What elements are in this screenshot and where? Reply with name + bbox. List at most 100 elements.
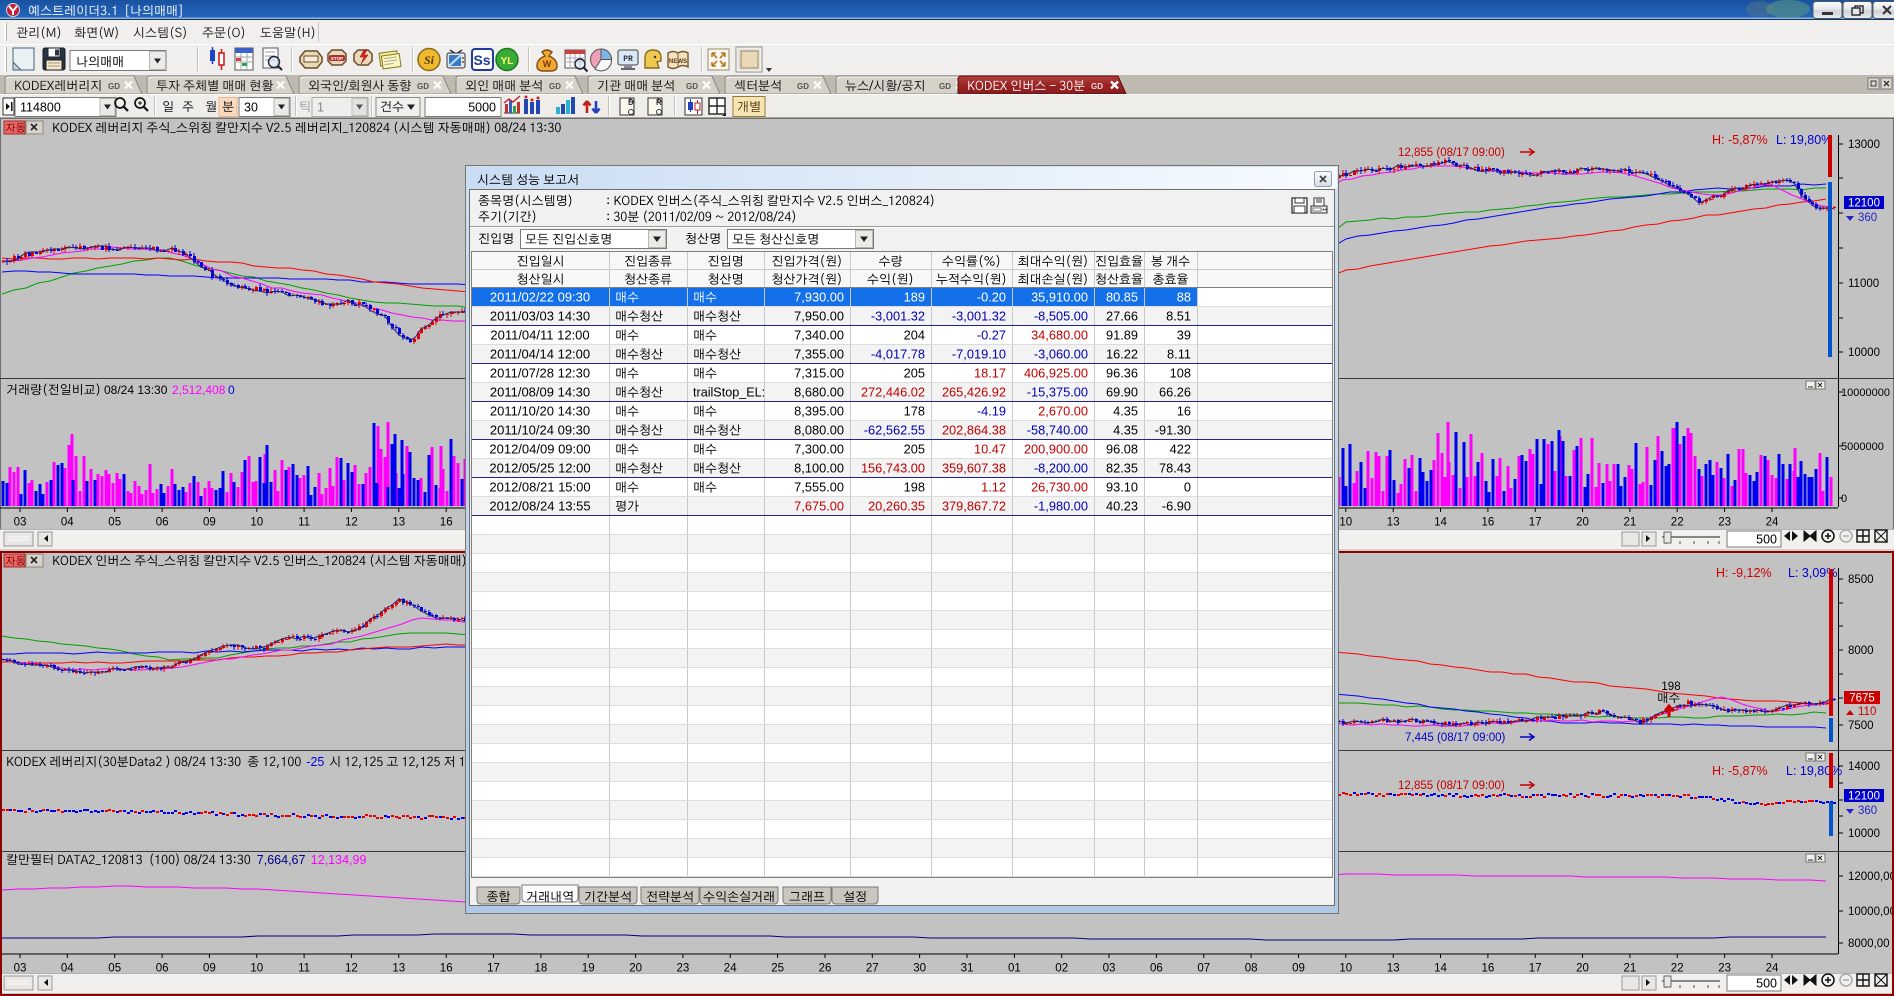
svg-text:69.90: 69.90 bbox=[1106, 385, 1138, 400]
svg-text:22: 22 bbox=[1671, 963, 1684, 975]
svg-text:03: 03 bbox=[1103, 963, 1116, 975]
svg-text:24: 24 bbox=[724, 963, 737, 975]
svg-text:66.26: 66.26 bbox=[1159, 385, 1191, 400]
svg-text:202,864.38: 202,864.38 bbox=[942, 423, 1006, 438]
svg-text:STOP: STOP bbox=[331, 56, 343, 61]
svg-text:96.36: 96.36 bbox=[1106, 366, 1138, 381]
svg-text:16: 16 bbox=[1482, 517, 1495, 529]
svg-text:2011/08/09 14:30: 2011/08/09 14:30 bbox=[490, 385, 590, 400]
svg-text:7,300.00: 7,300.00 bbox=[794, 442, 844, 457]
svg-text:-4,017.78: -4,017.78 bbox=[871, 347, 925, 362]
svg-text:17: 17 bbox=[1529, 963, 1542, 975]
svg-text:8,395.00: 8,395.00 bbox=[794, 404, 844, 419]
svg-text:16: 16 bbox=[1177, 404, 1191, 419]
svg-text:2011/10/20 14:30: 2011/10/20 14:30 bbox=[490, 404, 590, 419]
svg-text:-8,200.00: -8,200.00 bbox=[1034, 461, 1088, 476]
svg-text:R: R bbox=[656, 98, 662, 107]
svg-text:0: 0 bbox=[1184, 480, 1191, 495]
svg-text:91.89: 91.89 bbox=[1106, 328, 1138, 343]
svg-text:-8,505.00: -8,505.00 bbox=[1034, 309, 1088, 324]
svg-text:205: 205 bbox=[904, 442, 925, 457]
svg-text:26,730.00: 26,730.00 bbox=[1031, 480, 1088, 495]
svg-text:8,680.00: 8,680.00 bbox=[794, 385, 844, 400]
svg-text:13: 13 bbox=[1387, 517, 1400, 529]
svg-text:8000,00: 8000,00 bbox=[1848, 938, 1890, 950]
svg-text:12,134,99: 12,134,99 bbox=[311, 853, 367, 867]
svg-text:-3,001.32: -3,001.32 bbox=[952, 309, 1006, 324]
svg-text:27: 27 bbox=[866, 963, 879, 975]
svg-text:GD: GD bbox=[417, 82, 429, 91]
svg-text:27.66: 27.66 bbox=[1106, 309, 1138, 324]
svg-text:GD: GD bbox=[939, 82, 951, 91]
svg-text:31: 31 bbox=[961, 963, 974, 975]
svg-text:10000,00: 10000,00 bbox=[1848, 906, 1894, 918]
svg-text:NEWS: NEWS bbox=[669, 59, 687, 65]
svg-text:8000: 8000 bbox=[1848, 645, 1874, 657]
svg-text:13000: 13000 bbox=[1848, 139, 1880, 151]
svg-text:198: 198 bbox=[1661, 681, 1680, 693]
svg-text:7,555.00: 7,555.00 bbox=[794, 480, 844, 495]
svg-text:13: 13 bbox=[392, 963, 405, 975]
svg-text:96.08: 96.08 bbox=[1106, 442, 1138, 457]
svg-text:23: 23 bbox=[1718, 963, 1731, 975]
svg-text:7,930.00: 7,930.00 bbox=[794, 290, 844, 305]
svg-text:7,355.00: 7,355.00 bbox=[794, 347, 844, 362]
svg-text:05: 05 bbox=[108, 963, 121, 975]
svg-text:500: 500 bbox=[1756, 533, 1777, 547]
svg-text:PR: PR bbox=[623, 55, 633, 64]
svg-text:11: 11 bbox=[298, 963, 310, 975]
svg-text:02: 02 bbox=[1055, 963, 1068, 975]
svg-text:-62,562.55: -62,562.55 bbox=[864, 423, 925, 438]
svg-text:4.35: 4.35 bbox=[1113, 404, 1138, 419]
svg-text:10: 10 bbox=[250, 517, 263, 529]
svg-text:39: 39 bbox=[1177, 328, 1191, 343]
svg-text:8500: 8500 bbox=[1848, 574, 1874, 586]
svg-text:24: 24 bbox=[1766, 963, 1779, 975]
svg-text:-7,019.10: -7,019.10 bbox=[952, 347, 1006, 362]
svg-text:trailStop_EL:: trailStop_EL: bbox=[693, 386, 765, 400]
svg-text:2011/02/22 09:30: 2011/02/22 09:30 bbox=[490, 290, 590, 305]
svg-text:2011/07/28 12:30: 2011/07/28 12:30 bbox=[490, 366, 590, 381]
svg-text:10: 10 bbox=[250, 963, 263, 975]
svg-text:406,925.00: 406,925.00 bbox=[1024, 366, 1088, 381]
svg-text:-3,060.00: -3,060.00 bbox=[1034, 347, 1088, 362]
svg-text:12: 12 bbox=[345, 517, 358, 529]
svg-text:10000000: 10000000 bbox=[1841, 387, 1890, 399]
svg-text:0: 0 bbox=[1841, 493, 1847, 505]
svg-text:-25: -25 bbox=[306, 755, 324, 769]
svg-text:360: 360 bbox=[1858, 212, 1877, 224]
svg-text:7500: 7500 bbox=[1848, 720, 1874, 732]
svg-text:08: 08 bbox=[1245, 963, 1258, 975]
svg-text:21: 21 bbox=[1624, 963, 1637, 975]
svg-text:10: 10 bbox=[1339, 517, 1352, 529]
svg-text:GD: GD bbox=[686, 82, 698, 91]
svg-text:93.10: 93.10 bbox=[1106, 480, 1138, 495]
svg-text:GD: GD bbox=[549, 82, 561, 91]
svg-text:379,867.72: 379,867.72 bbox=[942, 499, 1006, 514]
svg-text:360: 360 bbox=[1858, 805, 1877, 817]
svg-text:204: 204 bbox=[904, 328, 925, 343]
svg-text:17: 17 bbox=[1529, 517, 1542, 529]
svg-text:7,445 (08/17 09:00): 7,445 (08/17 09:00) bbox=[1405, 732, 1506, 744]
svg-text:2011/03/03 14:30: 2011/03/03 14:30 bbox=[490, 309, 590, 324]
svg-text:4.35: 4.35 bbox=[1113, 423, 1138, 438]
svg-text:21: 21 bbox=[1624, 517, 1637, 529]
svg-text:H: -9,12%: H: -9,12% bbox=[1716, 566, 1772, 580]
svg-text:178: 178 bbox=[904, 404, 925, 419]
svg-text:7,340.00: 7,340.00 bbox=[794, 328, 844, 343]
svg-text:10000: 10000 bbox=[1848, 347, 1880, 359]
svg-text:16: 16 bbox=[440, 517, 453, 529]
svg-text:Ss: Ss bbox=[473, 52, 490, 68]
svg-text:04: 04 bbox=[61, 963, 74, 975]
svg-text:-0.20: -0.20 bbox=[977, 290, 1006, 305]
svg-text:2012/05/25 12:00: 2012/05/25 12:00 bbox=[489, 461, 590, 476]
svg-text:YL: YL bbox=[501, 56, 514, 67]
svg-text:W: W bbox=[543, 59, 552, 69]
svg-text:06: 06 bbox=[156, 963, 169, 975]
svg-text:01: 01 bbox=[1008, 963, 1021, 975]
svg-text:06: 06 bbox=[1150, 963, 1163, 975]
svg-text:Si: Si bbox=[424, 53, 435, 67]
svg-text:2011/10/24 09:30: 2011/10/24 09:30 bbox=[490, 423, 590, 438]
svg-text:18: 18 bbox=[535, 963, 548, 975]
svg-text:12100: 12100 bbox=[1848, 198, 1880, 210]
